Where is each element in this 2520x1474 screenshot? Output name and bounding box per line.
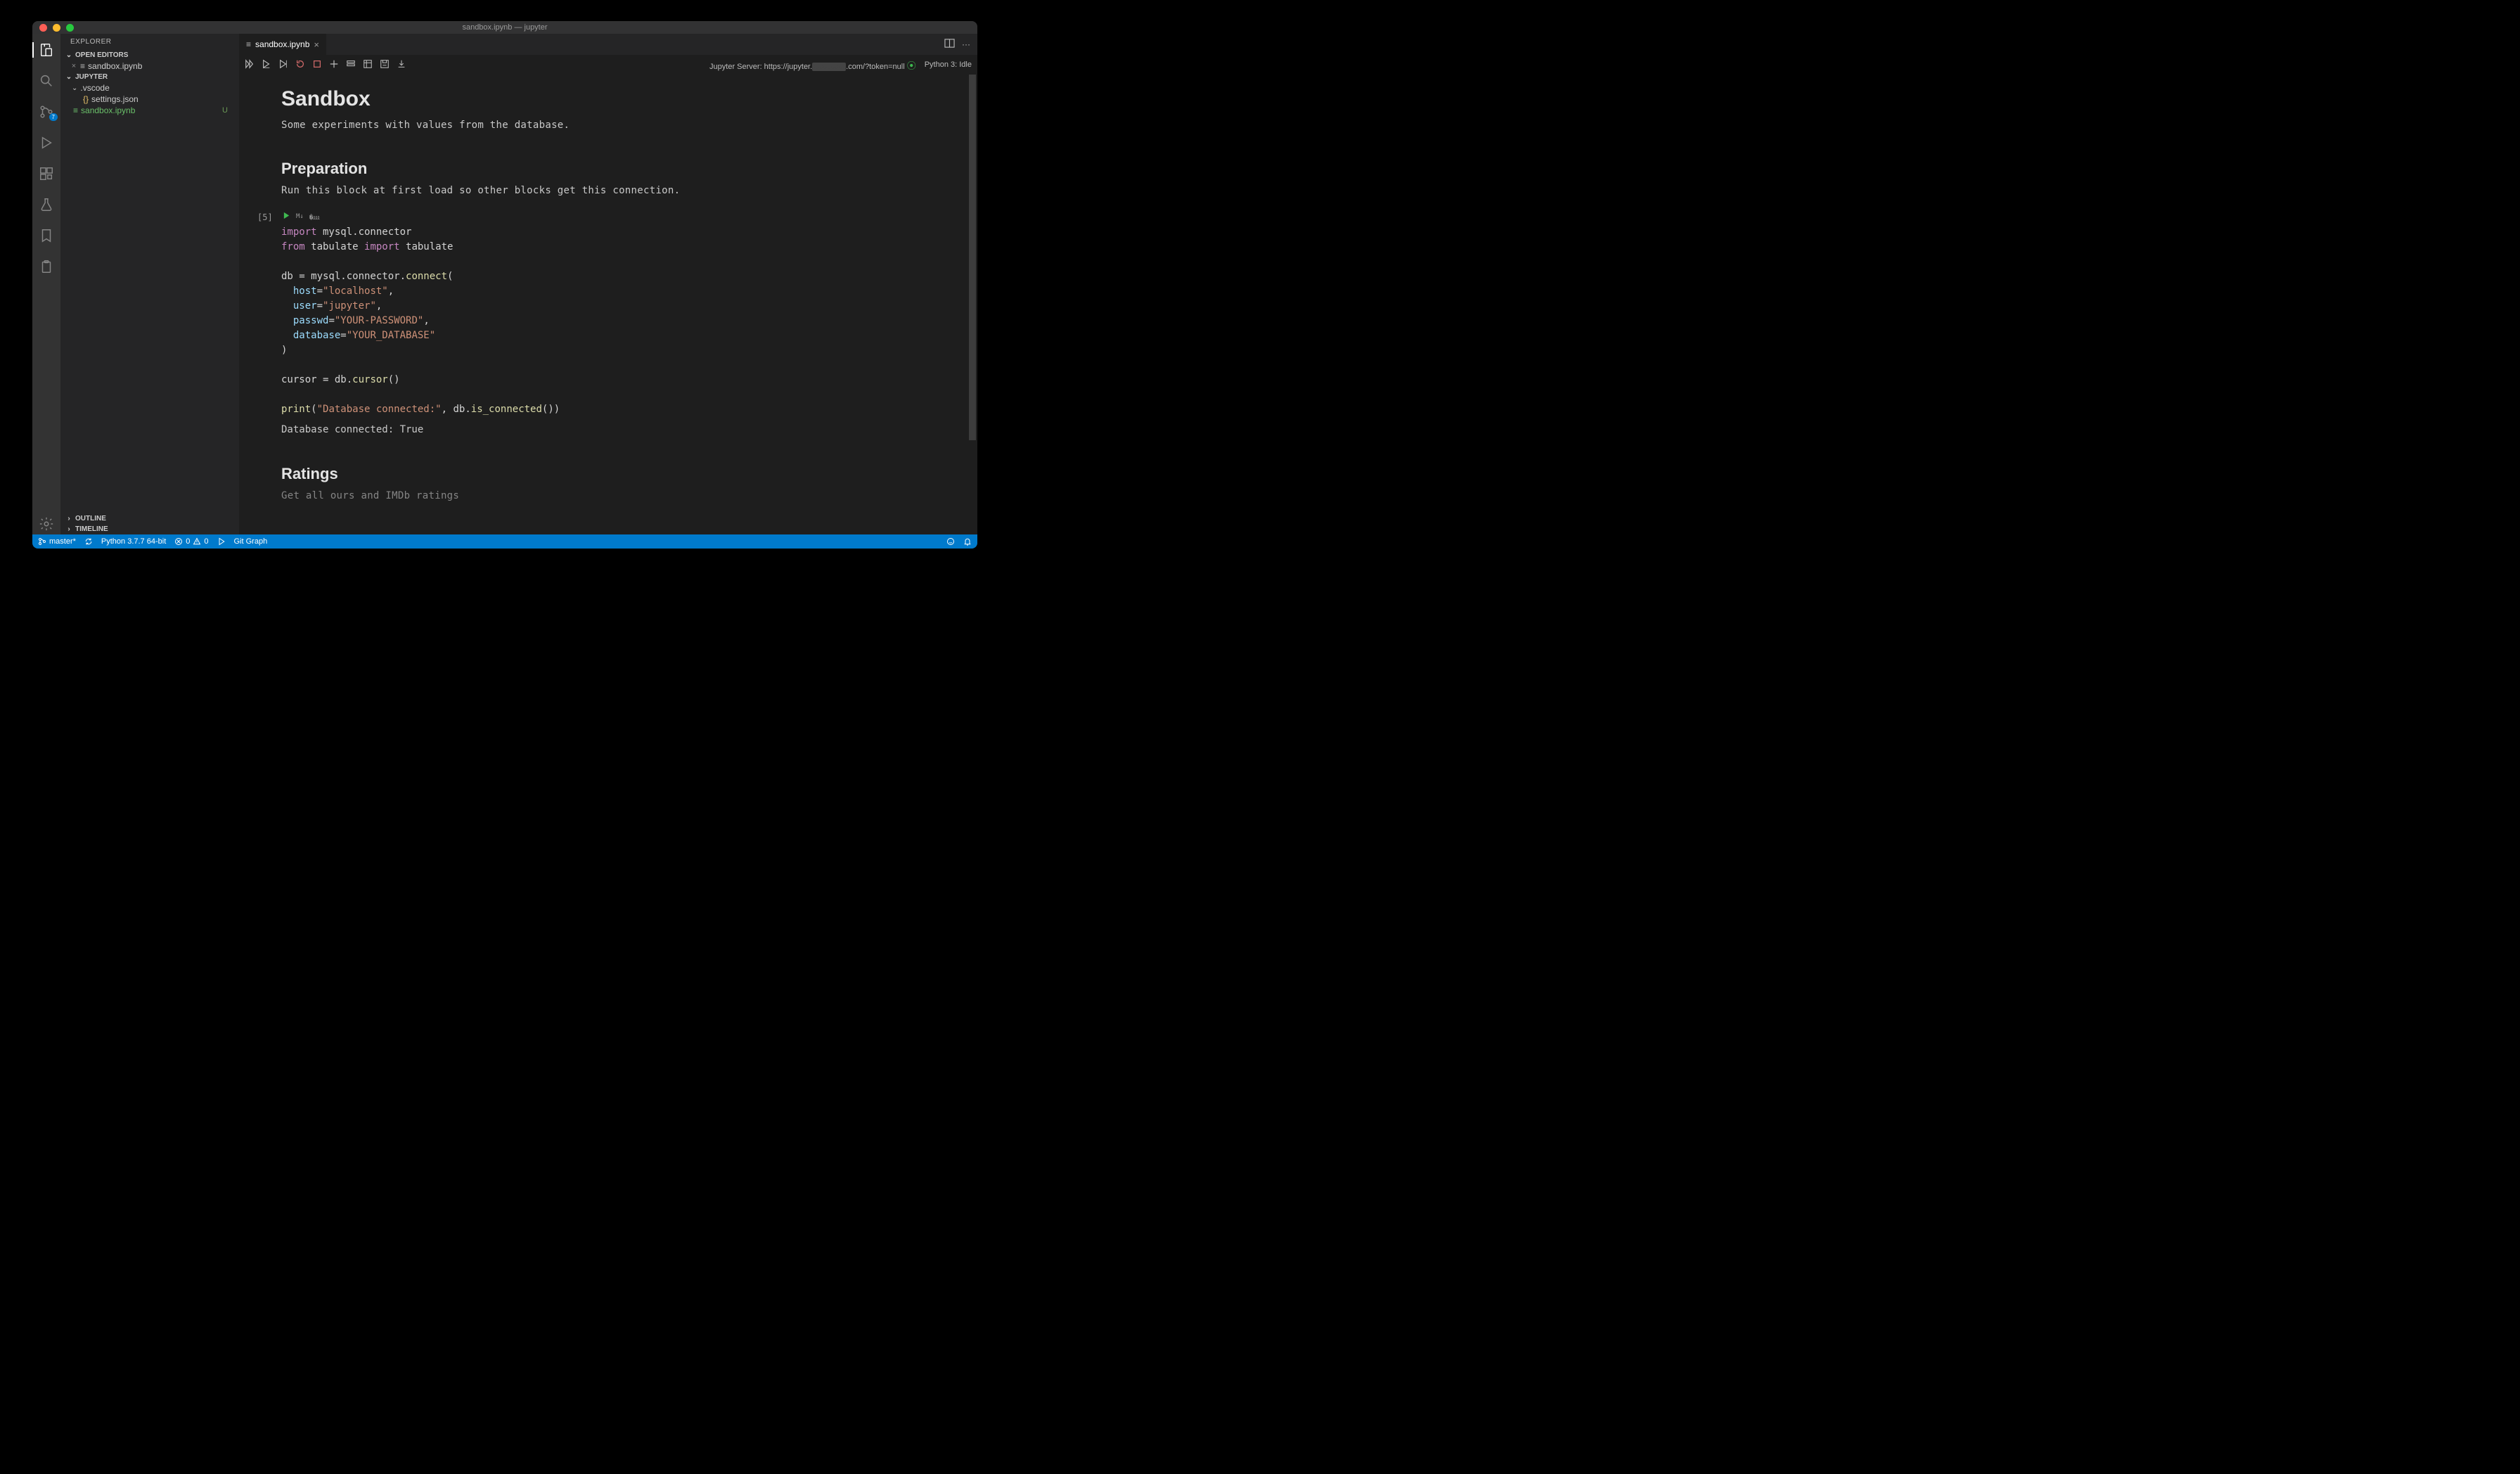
folder-label: .vscode bbox=[80, 83, 109, 93]
search-icon[interactable] bbox=[32, 70, 60, 91]
editor-area: ≡ sandbox.ipynb × ··· bbox=[239, 34, 977, 534]
cell-execution-count: [5] bbox=[257, 212, 273, 222]
status-bar: master* Python 3.7.7 64-bit 0 0 Git Grap… bbox=[32, 534, 977, 549]
cell-toolbar: M↓ �⅏ bbox=[281, 211, 966, 222]
save-icon[interactable] bbox=[380, 59, 390, 71]
problems-status[interactable]: 0 0 bbox=[174, 537, 208, 546]
sidebar-title: EXPLORER bbox=[60, 34, 239, 50]
chevron-right-icon: › bbox=[65, 515, 73, 523]
scrollbar[interactable] bbox=[969, 75, 976, 534]
outline-label: OUTLINE bbox=[75, 515, 106, 523]
variables-icon[interactable] bbox=[363, 59, 373, 71]
markdown-h2-ratings: Ratings bbox=[281, 465, 966, 483]
git-graph-status[interactable]: Git Graph bbox=[234, 537, 268, 546]
run-status-icon[interactable] bbox=[217, 537, 226, 546]
kernel-status[interactable]: Python 3: Idle bbox=[925, 60, 972, 69]
connected-icon: ⦿ bbox=[907, 60, 916, 71]
file-label: settings.json bbox=[91, 94, 139, 104]
extensions-icon[interactable] bbox=[32, 163, 60, 184]
sync-status[interactable] bbox=[84, 537, 93, 546]
git-branch-status[interactable]: master* bbox=[38, 537, 76, 546]
run-cell-icon[interactable] bbox=[283, 212, 290, 222]
chevron-right-icon: › bbox=[65, 525, 73, 533]
tab-sandbox[interactable]: ≡ sandbox.ipynb × bbox=[239, 34, 327, 55]
notebook-toolbar: Jupyter Server: https://jupyter.xxxxxxxx… bbox=[239, 55, 977, 75]
more-actions-icon[interactable]: ··· bbox=[962, 39, 970, 49]
markdown-paragraph: Get all ours and IMDb ratings bbox=[281, 489, 966, 504]
outline-section[interactable]: › OUTLINE bbox=[60, 513, 239, 524]
open-editors-label: OPEN EDITORS bbox=[75, 51, 128, 59]
markdown-h2-preparation: Preparation bbox=[281, 160, 966, 178]
source-control-icon[interactable]: 7 bbox=[32, 101, 60, 122]
cell-more-icon[interactable]: �⅏ bbox=[309, 212, 320, 222]
scrollbar-thumb[interactable] bbox=[969, 75, 976, 440]
file-label: sandbox.ipynb bbox=[81, 105, 135, 115]
explorer-icon[interactable] bbox=[32, 39, 60, 60]
markdown-h1: Sandbox bbox=[281, 87, 966, 111]
tree-file-settings[interactable]: {} settings.json bbox=[60, 94, 239, 105]
vscode-window: sandbox.ipynb — jupyter 7 bbox=[32, 21, 977, 549]
chevron-down-icon: ⌄ bbox=[72, 84, 77, 92]
notebook-file-icon: ≡ bbox=[73, 105, 78, 115]
notebook-content[interactable]: Sandbox Some experiments with values fro… bbox=[239, 75, 977, 534]
code-cell[interactable]: [5] M↓ �⅏ import mysql.connector from ta… bbox=[281, 211, 966, 438]
chevron-down-icon: ⌄ bbox=[65, 51, 73, 59]
feedback-icon[interactable] bbox=[946, 537, 955, 546]
export-icon[interactable] bbox=[397, 59, 406, 71]
run-debug-icon[interactable] bbox=[32, 132, 60, 153]
run-above-icon[interactable] bbox=[262, 59, 271, 71]
bookmark-icon[interactable] bbox=[32, 225, 60, 246]
tab-bar: ≡ sandbox.ipynb × ··· bbox=[239, 34, 977, 55]
notebook-file-icon: ≡ bbox=[80, 61, 85, 71]
workspace-label: JUPYTER bbox=[75, 73, 108, 81]
tree-folder-vscode[interactable]: ⌄ .vscode bbox=[60, 82, 239, 94]
run-below-icon[interactable] bbox=[278, 59, 288, 71]
open-editors-section[interactable]: ⌄ OPEN EDITORS bbox=[60, 50, 239, 60]
run-all-icon[interactable] bbox=[245, 59, 255, 71]
notebook-file-icon: ≡ bbox=[246, 39, 251, 49]
split-editor-icon[interactable] bbox=[944, 38, 955, 51]
window-title: sandbox.ipynb — jupyter bbox=[32, 23, 977, 32]
settings-gear-icon[interactable] bbox=[32, 513, 60, 534]
notifications-icon[interactable] bbox=[963, 537, 972, 546]
activity-bar: 7 bbox=[32, 34, 60, 534]
chevron-down-icon: ⌄ bbox=[65, 73, 73, 81]
interrupt-kernel-icon[interactable] bbox=[312, 59, 322, 71]
branch-label: master* bbox=[49, 537, 76, 546]
restart-kernel-icon[interactable] bbox=[295, 59, 305, 71]
add-cell-icon[interactable] bbox=[329, 59, 339, 71]
json-file-icon: {} bbox=[83, 94, 89, 104]
git-status-badge: U bbox=[222, 106, 228, 115]
timeline-section[interactable]: › TIMELINE bbox=[60, 524, 239, 534]
close-editor-icon[interactable]: × bbox=[70, 62, 77, 70]
workspace-section[interactable]: ⌄ JUPYTER bbox=[60, 72, 239, 82]
run-by-line-icon[interactable]: M↓ bbox=[296, 213, 304, 220]
tab-close-icon[interactable]: × bbox=[314, 39, 319, 50]
python-interpreter-status[interactable]: Python 3.7.7 64-bit bbox=[101, 537, 166, 546]
cell-output: Database connected: True bbox=[281, 421, 966, 438]
titlebar: sandbox.ipynb — jupyter bbox=[32, 21, 977, 34]
scm-badge: 7 bbox=[49, 113, 58, 121]
jupyter-server-status[interactable]: Jupyter Server: https://jupyter.xxxxxxxx… bbox=[709, 58, 916, 72]
timeline-label: TIMELINE bbox=[75, 525, 108, 533]
test-icon[interactable] bbox=[32, 194, 60, 215]
tab-label: sandbox.ipynb bbox=[255, 39, 309, 49]
clipboard-icon[interactable] bbox=[32, 256, 60, 277]
open-editor-item[interactable]: × ≡ sandbox.ipynb bbox=[60, 60, 239, 72]
markdown-paragraph: Run this block at first load so other bl… bbox=[281, 184, 966, 198]
open-editor-label: sandbox.ipynb bbox=[88, 61, 142, 71]
markdown-paragraph: Some experiments with values from the da… bbox=[281, 118, 966, 133]
tree-file-sandbox[interactable]: ≡ sandbox.ipynb U bbox=[60, 105, 239, 116]
clear-outputs-icon[interactable] bbox=[346, 59, 356, 71]
explorer-sidebar: EXPLORER ⌄ OPEN EDITORS × ≡ sandbox.ipyn… bbox=[60, 34, 239, 534]
code-content[interactable]: import mysql.connector from tabulate imp… bbox=[281, 222, 966, 421]
